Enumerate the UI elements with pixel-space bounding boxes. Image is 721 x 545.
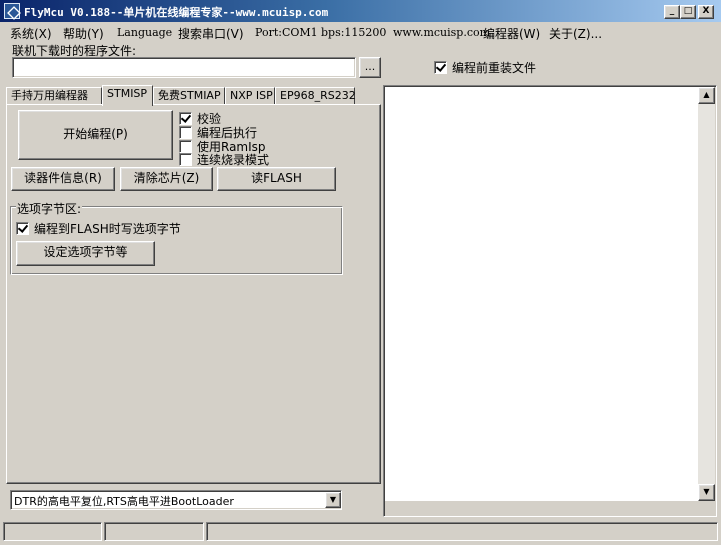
menu-about[interactable]: 关于(Z)... (549, 25, 602, 42)
status-cell-3 (206, 522, 718, 541)
erase-chip-button[interactable]: 清除芯片(Z) (120, 167, 213, 191)
menu-bar: 系统(X) 帮助(Y) Language 搜索串口(V) Port:COM1 b… (0, 22, 721, 42)
chevron-down-icon[interactable]: ▼ (325, 492, 341, 508)
app-icon (4, 3, 20, 19)
write-option-bytes-checkbox[interactable] (16, 222, 29, 235)
tab-ep968-rs232[interactable]: EP968_RS232 (275, 87, 356, 105)
tab-universal-programmer[interactable]: 手持万用编程器 (6, 87, 102, 105)
menu-website[interactable]: www.mcuisp.com (393, 26, 490, 39)
reset-mode-select[interactable]: DTR的高电平复位,RTS高电平进BootLoader (10, 490, 342, 510)
horizontal-scrollbar[interactable] (385, 501, 715, 515)
menu-baudrate[interactable]: bps:115200 (321, 26, 386, 39)
log-output[interactable] (383, 85, 717, 517)
vertical-scrollbar[interactable] (698, 87, 715, 501)
continuous-label: 连续烧录模式 (197, 153, 270, 167)
set-option-bytes-button[interactable]: 设定选项字节等 (16, 241, 155, 266)
start-program-button[interactable]: 开始编程(P) (18, 110, 173, 160)
read-flash-button[interactable]: 读FLASH (217, 167, 336, 191)
tab-nxp-isp[interactable]: NXP ISP (225, 87, 275, 105)
reload-label: 编程前重装文件 (452, 61, 537, 75)
title-bar: FlyMcu V0.188--单片机在线编程专家--www.mcuisp.com… (0, 0, 721, 22)
close-button[interactable]: X (698, 5, 714, 19)
menu-language[interactable]: Language (117, 26, 172, 39)
menu-search-port[interactable]: 搜索串口(V) (178, 25, 244, 42)
reload-before-program-option[interactable]: 编程前重装文件 (434, 59, 536, 76)
reload-checkbox[interactable] (434, 61, 447, 74)
maximize-button[interactable]: □ (680, 5, 696, 19)
tab-free-stmiap[interactable]: 免费STMIAP (153, 87, 225, 105)
write-option-bytes-option[interactable]: 编程到FLASH时写选项字节 (16, 220, 181, 237)
window-title: FlyMcu V0.188--单片机在线编程专家--www.mcuisp.com (24, 6, 329, 19)
menu-system[interactable]: 系统(X) (10, 25, 52, 42)
continuous-checkbox[interactable] (179, 153, 192, 166)
write-option-bytes-label: 编程到FLASH时写选项字节 (34, 222, 181, 236)
status-cell-1 (3, 522, 102, 541)
browse-button[interactable]: ... (359, 57, 381, 78)
status-cell-2 (104, 522, 204, 541)
minimize-button[interactable]: _ (664, 5, 680, 19)
menu-port[interactable]: Port:COM1 (255, 26, 318, 39)
read-device-info-button[interactable]: 读器件信息(R) (11, 167, 115, 191)
option-continuous-mode[interactable]: 连续烧录模式 (179, 151, 269, 168)
scroll-down-icon[interactable]: ▼ (698, 484, 715, 501)
program-file-input[interactable] (12, 57, 356, 78)
menu-help[interactable]: 帮助(Y) (63, 25, 104, 42)
option-bytes-legend: 选项字节区: (16, 200, 83, 217)
scroll-up-icon[interactable]: ▲ (698, 87, 715, 104)
menu-programmer[interactable]: 编程器(W) (483, 25, 540, 42)
tab-stmisp[interactable]: STMISP (102, 85, 153, 106)
